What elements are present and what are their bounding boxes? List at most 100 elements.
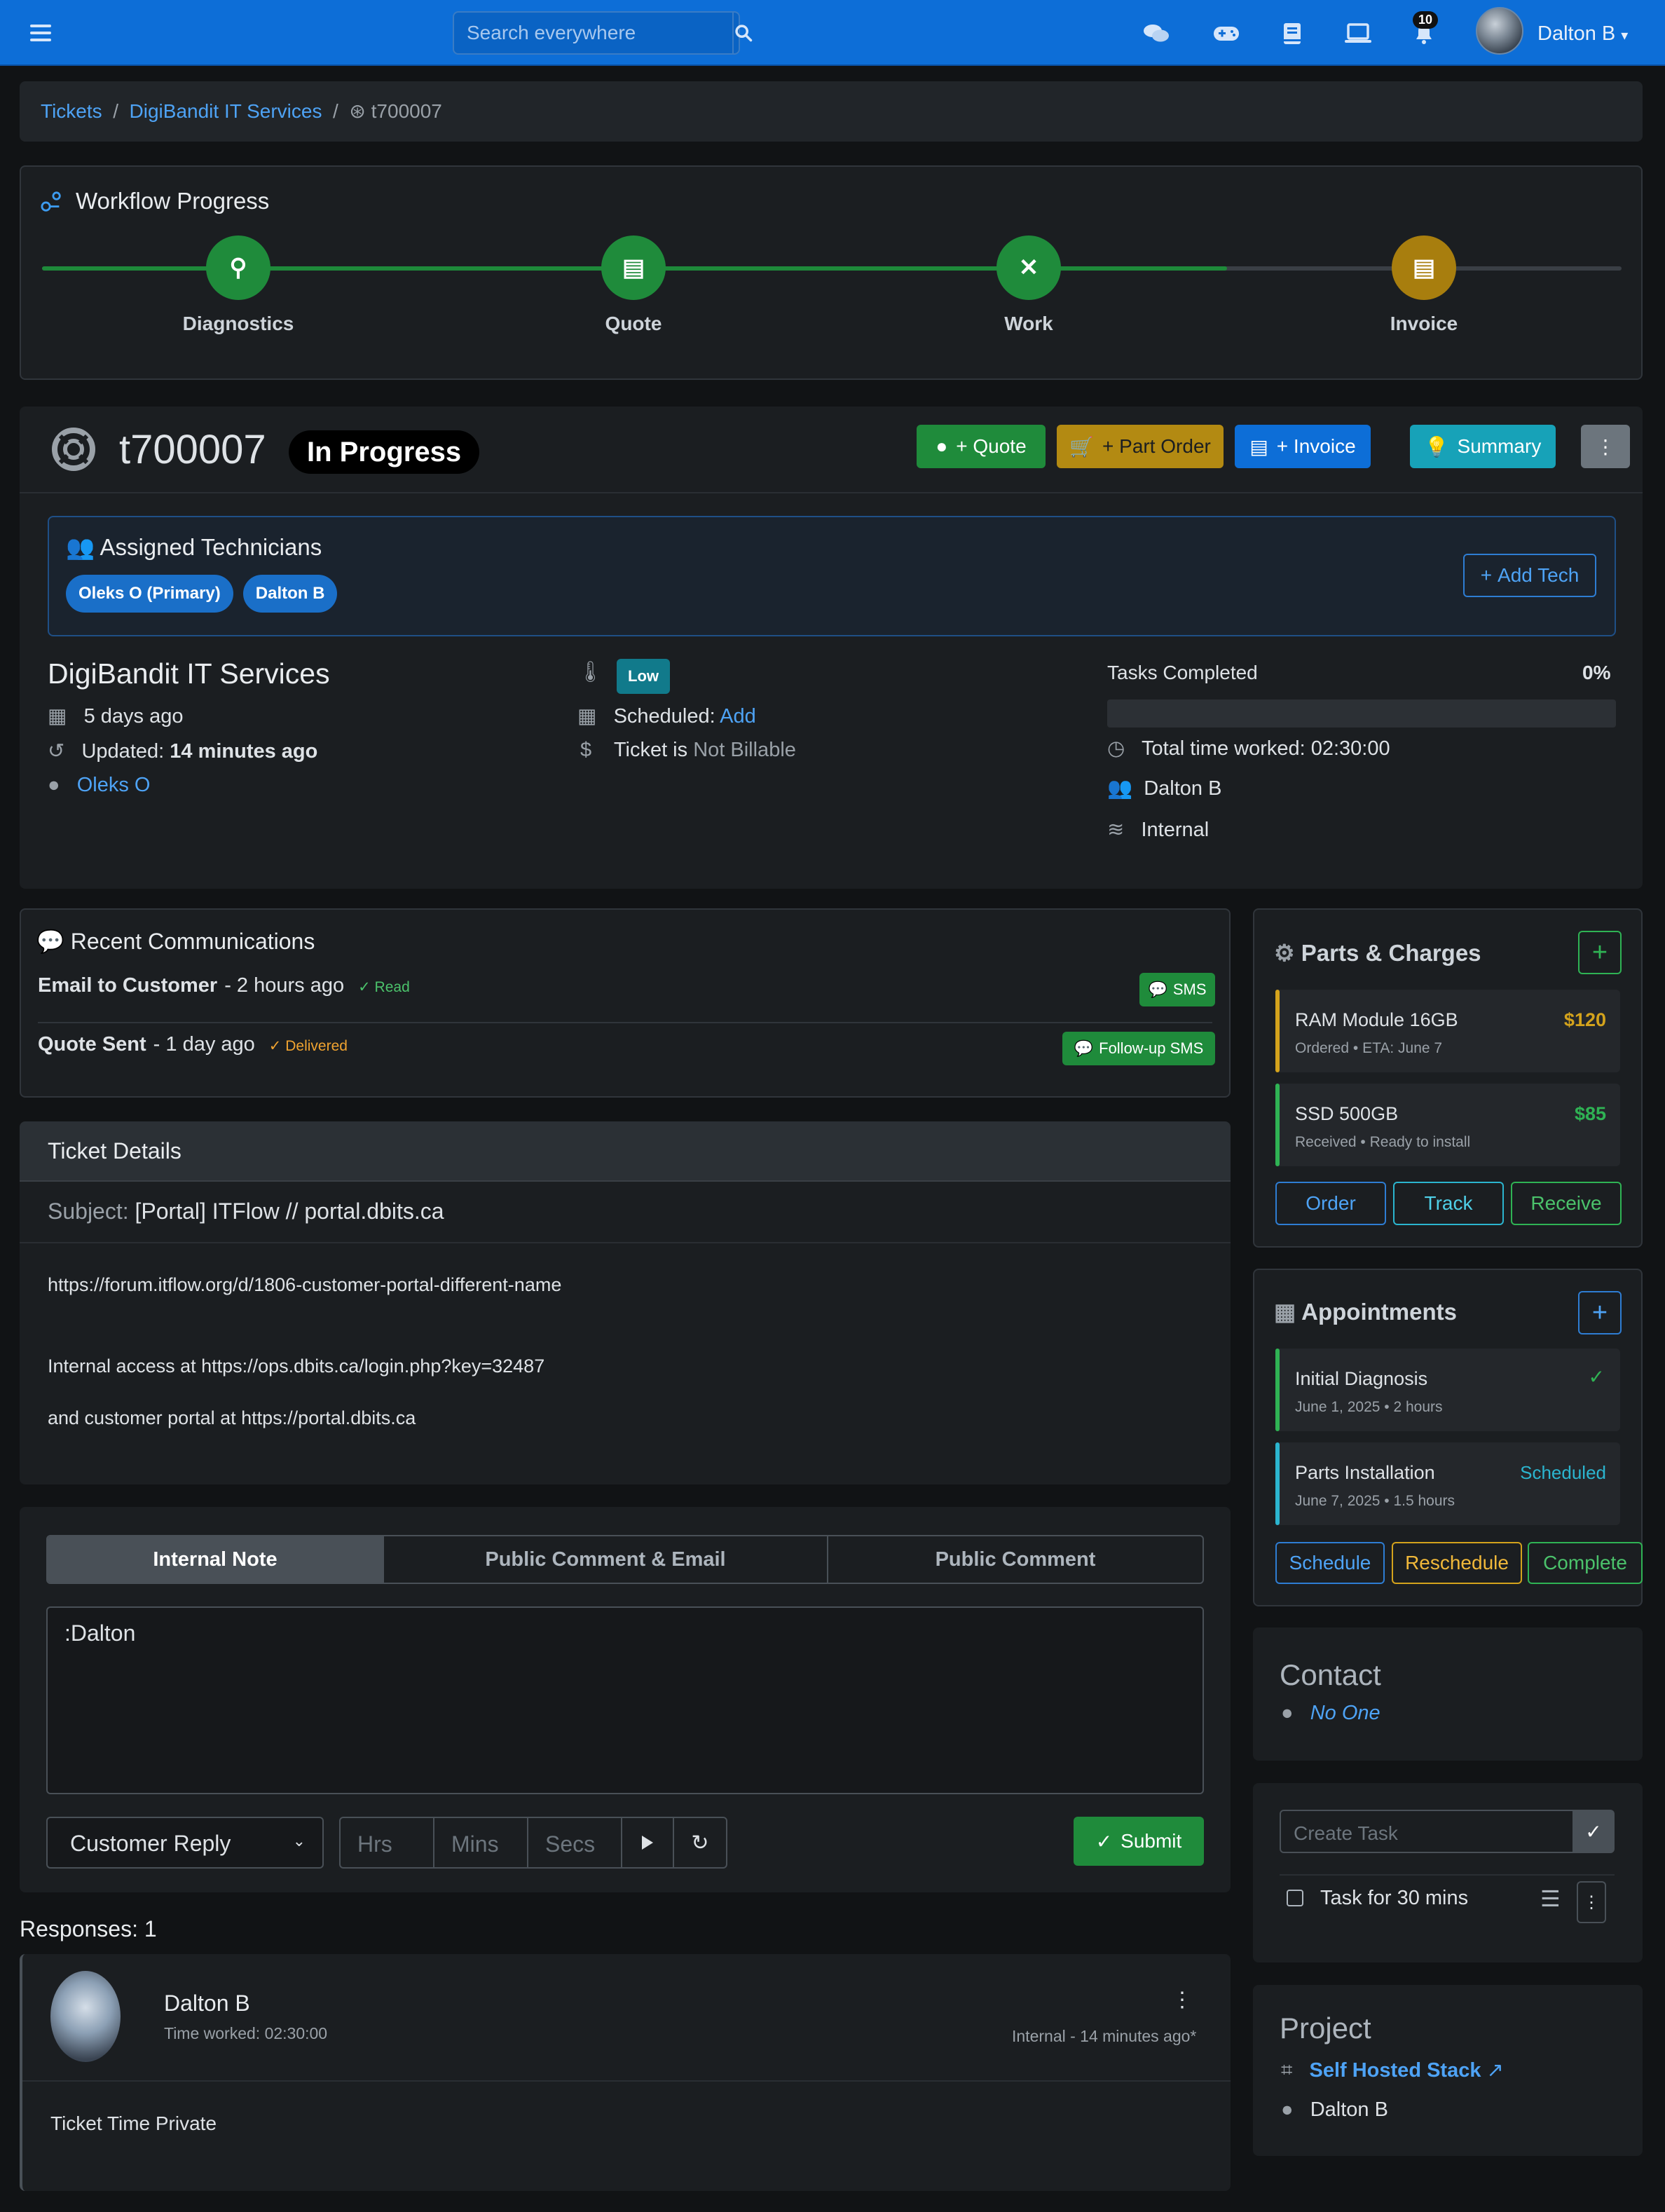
task-list-icon[interactable]: ☰: [1540, 1885, 1561, 1912]
task-menu-button[interactable]: ⋮: [1577, 1881, 1606, 1923]
owner-link[interactable]: Oleks O: [77, 774, 151, 796]
schedule-add-link[interactable]: Add: [720, 705, 756, 728]
communication-item: Quote Sent - 1 day ago ✓ Delivered: [38, 1033, 348, 1056]
sms-button[interactable]: 💬 Follow-up SMS: [1062, 1032, 1215, 1065]
appointment-name: Initial Diagnosis: [1295, 1368, 1428, 1389]
seconds-input[interactable]: Secs: [527, 1817, 622, 1869]
reply-textarea[interactable]: :Dalton: [46, 1606, 1204, 1794]
appointment-name: Parts Installation: [1295, 1462, 1435, 1483]
appointment-item[interactable]: Parts Installation Scheduled June 7, 2025 …: [1275, 1442, 1620, 1525]
track-part-button[interactable]: Track: [1393, 1182, 1504, 1225]
technician-badge[interactable]: Dalton B: [242, 575, 338, 613]
summary-button[interactable]: 💡 Summary: [1410, 425, 1556, 468]
invoice-icon: ▤: [1412, 254, 1436, 281]
more-options-button[interactable]: ⋮: [1581, 425, 1630, 468]
tab-public-comment[interactable]: Public Comment: [828, 1536, 1202, 1583]
contact-name-link[interactable]: No One: [1310, 1702, 1380, 1724]
part-name: SSD 500GB: [1295, 1103, 1399, 1124]
user-avatar[interactable]: [1476, 7, 1523, 55]
book-icon[interactable]: [1277, 18, 1308, 49]
communication-time: - 2 hours ago: [224, 974, 345, 997]
workflow-title: Workflow Progress: [76, 188, 270, 214]
part-item[interactable]: SSD 500GB $85 Received • Ready to install: [1275, 1084, 1620, 1166]
communication-title: Email to Customer: [38, 974, 218, 997]
workflow-step-invoice[interactable]: ▤: [1392, 235, 1456, 300]
add-part-button[interactable]: +: [1578, 931, 1622, 974]
workflow-track: [42, 266, 1622, 271]
sms-button[interactable]: 💬 SMS: [1139, 973, 1215, 1006]
external-link-icon[interactable]: ↗: [1487, 2059, 1504, 2082]
breadcrumb-current: t700007: [371, 100, 442, 122]
receive-part-button[interactable]: Receive: [1511, 1182, 1622, 1225]
minutes-input[interactable]: Mins: [433, 1817, 528, 1869]
check-icon: ✓: [1095, 1830, 1113, 1852]
users-icon: 👥: [1107, 777, 1133, 800]
tasks-progress-bar: [1107, 699, 1616, 728]
part-meta: Received • Ready to install: [1295, 1134, 1471, 1150]
search-input[interactable]: [454, 13, 732, 53]
technician-badge[interactable]: Oleks O (Primary): [66, 575, 233, 613]
add-quote-button[interactable]: ● + Quote: [917, 425, 1046, 468]
user-icon: ●: [1281, 1702, 1294, 1724]
workflow-progress-panel: Workflow Progress ⚲ Diagnostics ▤ Quote ✕ Wor…: [20, 165, 1643, 380]
project-diagram-icon: ⌗: [1281, 2059, 1293, 2082]
hours-input[interactable]: Hrs: [339, 1817, 434, 1869]
appointment-item[interactable]: Initial Diagnosis ✓ June 1, 2025 • 2 hours: [1275, 1349, 1620, 1431]
submit-button[interactable]: ✓ Submit: [1074, 1817, 1204, 1866]
invoice-icon: ▤: [1249, 435, 1268, 458]
chat-icon[interactable]: [1141, 18, 1172, 49]
project-title: Project: [1280, 2012, 1371, 2044]
reschedule-appointment-button[interactable]: Reschedule: [1392, 1542, 1522, 1584]
response-menu-kebab-icon[interactable]: ⋮: [1172, 1988, 1193, 2012]
workflow-step-diagnostics[interactable]: ⚲: [206, 235, 270, 300]
response-time-worked: Time worked: 02:30:00: [164, 2024, 328, 2042]
task-checkbox[interactable]: [1287, 1890, 1303, 1906]
part-item[interactable]: RAM Module 16GB $120 Ordered • ETA: June 7: [1275, 990, 1620, 1072]
breadcrumb-tickets[interactable]: Tickets: [41, 100, 102, 122]
hamburger-menu-icon[interactable]: [28, 21, 53, 45]
ticket-number: t700007: [119, 427, 266, 472]
communication-status: ✓ Delivered: [268, 1038, 348, 1054]
part-meta: Ordered • ETA: June 7: [1295, 1040, 1443, 1056]
complete-appointment-button[interactable]: Complete: [1528, 1542, 1643, 1584]
response-author: Dalton B: [164, 1991, 250, 2016]
timer-reset-button[interactable]: ↻: [673, 1817, 727, 1869]
laptop-icon[interactable]: [1343, 18, 1373, 49]
ticket-subject: [Portal] ITFlow // portal.dbits.ca: [135, 1199, 444, 1224]
caret-down-icon: ▾: [1621, 28, 1629, 43]
response-card: Dalton B Time worked: 02:30:00 ⋮ Interna…: [20, 1954, 1231, 2191]
create-task-input[interactable]: Create Task: [1280, 1810, 1575, 1853]
check-icon: ✓: [1588, 1366, 1605, 1388]
layers-icon: ≋: [1107, 819, 1125, 841]
life-ring-icon: [52, 428, 95, 471]
tab-public-comment-email[interactable]: Public Comment & Email: [384, 1536, 828, 1583]
status-select[interactable]: Customer Reply ⌄: [46, 1817, 324, 1869]
create-task-button[interactable]: ✓: [1572, 1810, 1615, 1853]
workflow-step-quote[interactable]: ▤: [601, 235, 666, 300]
add-part-order-button[interactable]: 🛒 + Part Order: [1057, 425, 1224, 468]
tab-internal-note[interactable]: Internal Note: [48, 1536, 384, 1583]
search-button[interactable]: [732, 13, 753, 53]
add-appointment-button[interactable]: +: [1578, 1291, 1622, 1334]
communication-item: Email to Customer - 2 hours ago ✓ Read: [38, 974, 410, 997]
response-body: Ticket Time Private: [50, 2112, 217, 2134]
user-menu[interactable]: Dalton B ▾: [1537, 22, 1628, 46]
breadcrumb: Tickets / DigiBandit IT Services / ⊛ t70…: [20, 81, 1643, 142]
plus-icon: +: [1591, 1297, 1608, 1327]
refresh-icon: ↻: [691, 1831, 709, 1855]
schedule-appointment-button[interactable]: Schedule: [1275, 1542, 1385, 1584]
timer-play-button[interactable]: [621, 1817, 674, 1869]
workflow-step-work[interactable]: ✕: [996, 235, 1061, 300]
breadcrumb-client[interactable]: DigiBandit IT Services: [130, 100, 322, 122]
add-invoice-button[interactable]: ▤ + Invoice: [1235, 425, 1371, 468]
workflow-step-label: Invoice: [1390, 313, 1458, 334]
gamepad-icon[interactable]: [1211, 18, 1242, 49]
part-price: $85: [1574, 1103, 1606, 1124]
clock-icon: ◷: [1107, 737, 1125, 760]
project-link[interactable]: Self Hosted Stack: [1310, 2059, 1481, 2082]
sms-icon: 💬: [1148, 981, 1167, 998]
kebab-icon: ⋮: [1583, 1892, 1600, 1912]
order-part-button[interactable]: Order: [1275, 1182, 1386, 1225]
add-tech-button[interactable]: + Add Tech: [1463, 554, 1596, 597]
reply-tabs: Internal Note Public Comment & Email Publi…: [46, 1535, 1204, 1584]
